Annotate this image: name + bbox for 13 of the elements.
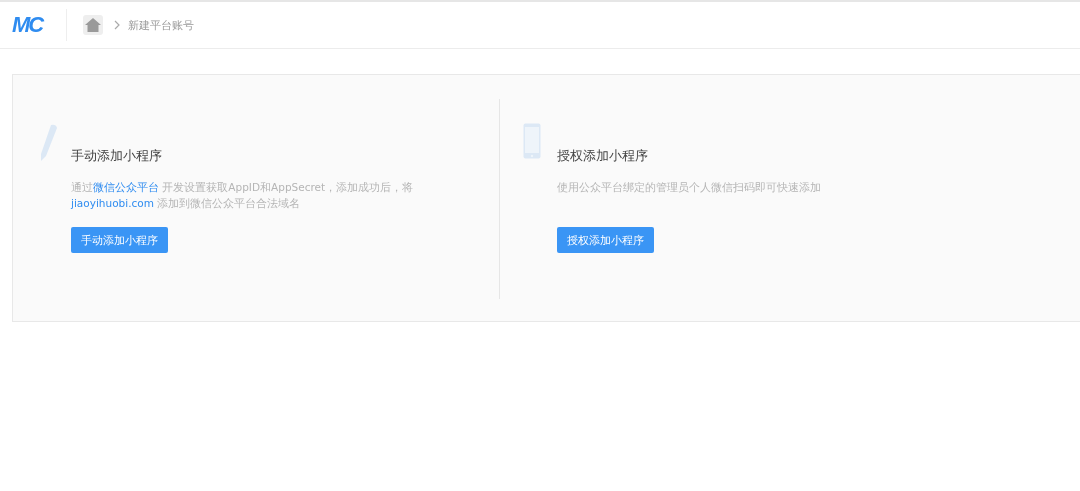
add-button[interactable]: 授权添加小程序 [557, 227, 654, 253]
link[interactable]: jiaoyihuobi.com [71, 197, 154, 209]
option-description: 使用公众平台绑定的管理员个人微信扫码即可快速添加 [557, 180, 822, 195]
link[interactable]: 微信公众平台 [93, 181, 159, 193]
option-title: 手动添加小程序 [71, 147, 163, 165]
add-button[interactable]: 手动添加小程序 [71, 227, 168, 253]
option-title: 授权添加小程序 [557, 147, 649, 165]
breadcrumb-item: 新建平台账号 [128, 17, 194, 33]
option-description: 通过微信公众平台 开发设置获取AppID和AppSecret，添加成功后，将 jiaoyihuobi.com 添加到微信公众平台合法域名 [71, 180, 415, 211]
phone-icon [523, 123, 541, 159]
home-icon[interactable] [83, 15, 103, 35]
logo[interactable]: MC [12, 12, 54, 38]
chevron-icon [114, 20, 120, 30]
